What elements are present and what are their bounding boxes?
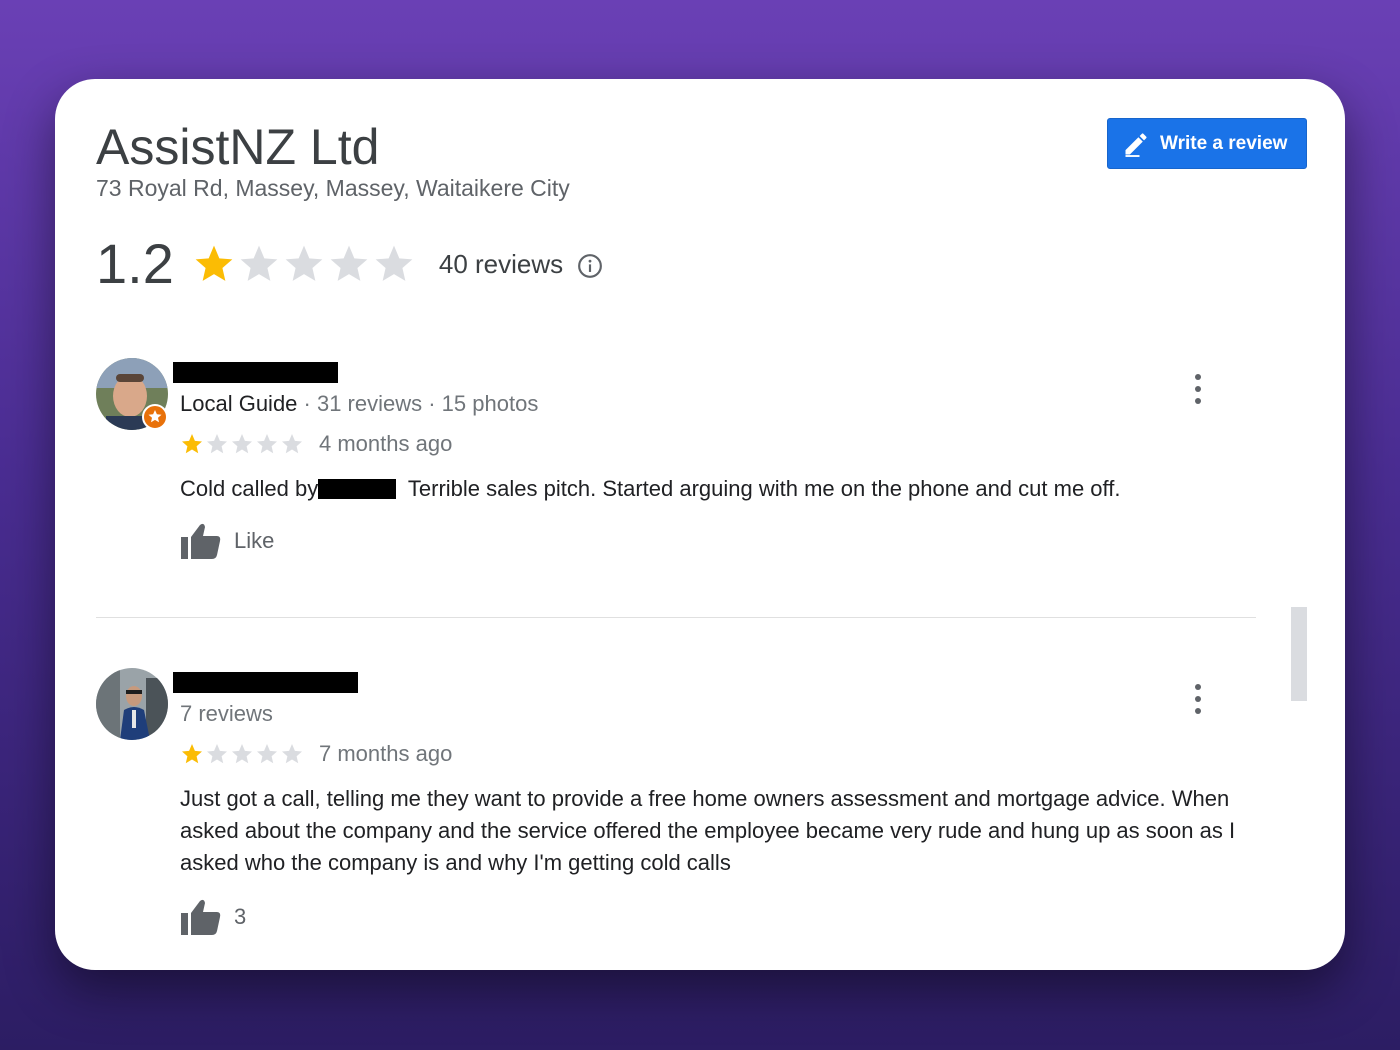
reviewer-avatar[interactable] [96, 358, 168, 430]
star-empty-icon [207, 744, 227, 764]
local-guide-label: Local Guide [180, 391, 298, 416]
pencil-icon [1125, 132, 1147, 157]
thumbs-up-icon [181, 523, 221, 559]
reviewer-avatar[interactable] [96, 668, 168, 740]
review-text: Cold called by Terrible sales pitch. Sta… [180, 473, 1250, 505]
review-text-end: Terrible sales pitch. Started arguing wi… [402, 476, 1121, 501]
review-stars [180, 742, 305, 766]
review-text: Just got a call, telling me they want to… [180, 786, 1236, 875]
star-empty-icon [257, 744, 277, 764]
like-button[interactable]: 3 [180, 898, 246, 936]
star-empty-icon [232, 434, 252, 454]
business-name: AssistNZ Ltd [96, 119, 380, 175]
star-empty-icon [240, 245, 278, 281]
like-label: Like [234, 528, 275, 553]
local-guide-badge-icon [142, 404, 168, 430]
reviewer-meta: 7 reviews [180, 701, 273, 727]
info-icon[interactable] [577, 253, 603, 279]
review-more-options-button[interactable] [1188, 374, 1208, 404]
like-count: 3 [234, 904, 247, 929]
reviewer-stats: · 31 reviews · 15 photos [297, 391, 539, 416]
star-empty-icon [207, 434, 227, 454]
star-filled-icon [182, 434, 202, 454]
scrollbar-thumb[interactable] [1291, 607, 1307, 701]
review-rating: 7 months ago [180, 741, 452, 767]
review-stars [180, 432, 305, 456]
review-more-options-button[interactable] [1188, 684, 1208, 714]
total-reviews-link[interactable]: 40 reviews [439, 249, 563, 280]
review-item: 7 reviews 7 months ago Just got a call, … [96, 668, 1276, 948]
redacted-reviewer-name [173, 672, 358, 693]
star-empty-icon [375, 245, 413, 281]
thumbs-up-icon [181, 899, 221, 935]
rating-value: 1.2 [96, 232, 174, 295]
like-button[interactable]: Like [180, 522, 274, 560]
reviewer-meta: Local Guide · 31 reviews · 15 photos [180, 391, 538, 417]
review-divider [96, 617, 1256, 618]
star-filled-icon [182, 744, 202, 764]
star-empty-icon [257, 434, 277, 454]
review-rating: 4 months ago [180, 431, 452, 457]
star-empty-icon [285, 245, 323, 281]
redacted-text [318, 479, 397, 499]
review-date: 7 months ago [319, 741, 453, 766]
write-review-button[interactable]: Write a review [1107, 118, 1307, 169]
business-address: 73 Royal Rd, Massey, Massey, Waitaikere … [96, 175, 570, 201]
rating-summary: 1.2 40 reviews [96, 231, 603, 297]
redacted-reviewer-name [173, 362, 338, 383]
rating-stars [192, 242, 417, 286]
star-empty-icon [282, 744, 302, 764]
review-item: Local Guide · 31 reviews · 15 photos 4 m… [96, 358, 1276, 578]
review-date: 4 months ago [319, 431, 453, 456]
star-filled-icon [195, 245, 233, 281]
star-empty-icon [282, 434, 302, 454]
star-empty-icon [330, 245, 368, 281]
avatar-photo [96, 668, 168, 740]
business-reviews-card: AssistNZ Ltd 73 Royal Rd, Massey, Massey… [55, 79, 1345, 970]
star-empty-icon [232, 744, 252, 764]
write-review-label: Write a review [1160, 132, 1288, 154]
reviewer-stats: 7 reviews [180, 701, 273, 726]
review-text-start: Cold called by [180, 476, 319, 501]
